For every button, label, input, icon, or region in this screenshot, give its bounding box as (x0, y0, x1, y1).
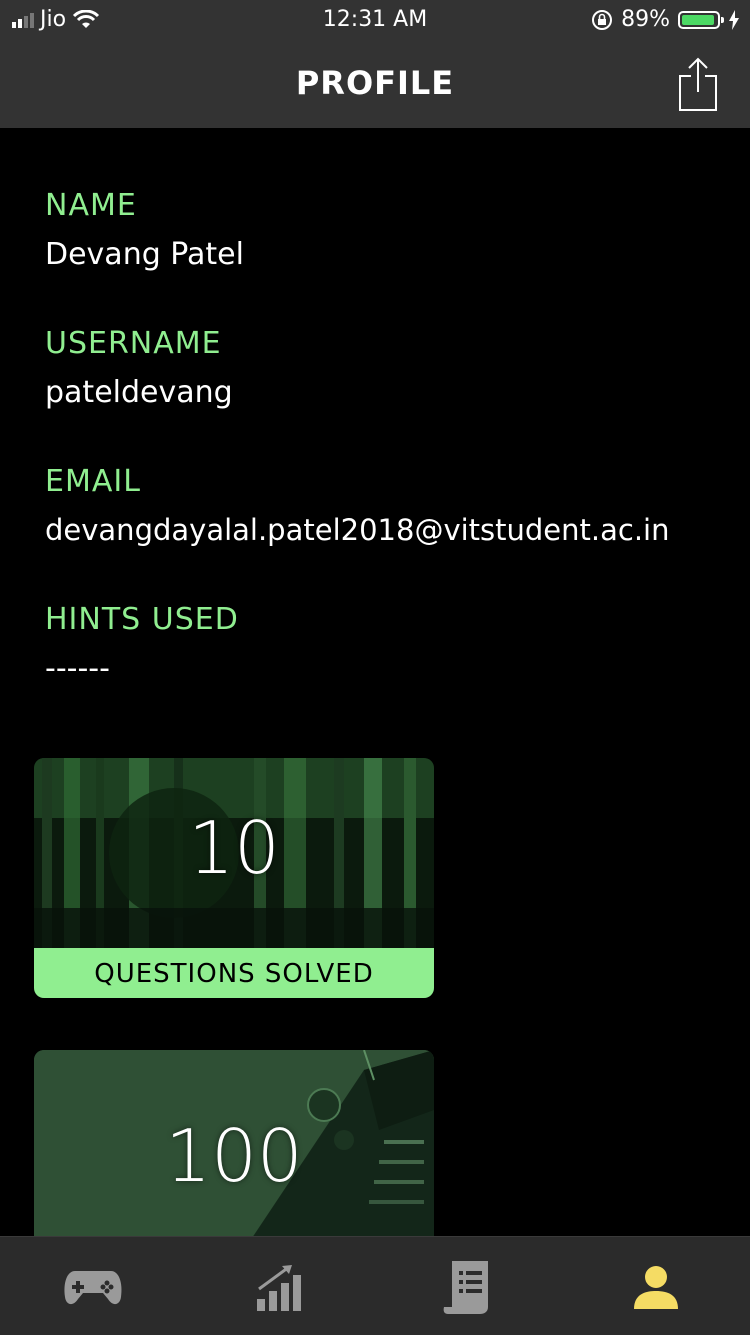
email-label: EMAIL (45, 464, 141, 499)
name-field: NAME Devang Patel (45, 188, 244, 272)
orientation-lock-icon (592, 9, 613, 30)
username-value: pateldevang (45, 375, 233, 410)
page-title: PROFILE (295, 64, 455, 102)
leaderboard-icon (257, 1265, 301, 1311)
tab-profile[interactable] (621, 1257, 691, 1317)
name-label: NAME (45, 188, 137, 223)
questions-solved-count: 10 (188, 806, 280, 890)
share-icon (679, 57, 717, 111)
status-bar: Jio 12:31 AM 89% (0, 0, 750, 40)
hints-value: ------ (45, 651, 110, 686)
charging-icon (729, 9, 739, 30)
score-count: 100 (165, 1114, 303, 1198)
share-button[interactable] (676, 56, 720, 112)
nav-bar: PROFILE (0, 40, 750, 128)
rules-icon (443, 1261, 488, 1314)
hints-field: HINTS USED ------ (45, 602, 239, 686)
gamepad-icon (64, 1271, 122, 1305)
questions-solved-card: 10 QUESTIONS SOLVED (34, 758, 434, 998)
battery-icon (678, 10, 724, 29)
name-value: Devang Patel (45, 237, 244, 272)
tab-bar (0, 1236, 750, 1335)
profile-icon (634, 1266, 678, 1309)
hints-label: HINTS USED (45, 602, 239, 637)
tab-rules[interactable] (433, 1257, 503, 1317)
status-right: 89% (591, 7, 740, 32)
email-field: EMAIL devangdayalal.patel2018@vitstudent… (45, 464, 669, 547)
username-field: USERNAME pateldevang (45, 326, 233, 410)
email-value: devangdayalal.patel2018@vitstudent.ac.in (45, 513, 670, 547)
battery-percent: 89% (621, 7, 670, 32)
username-label: USERNAME (45, 326, 222, 361)
questions-solved-label: QUESTIONS SOLVED (34, 948, 434, 998)
tab-game[interactable] (58, 1257, 128, 1317)
score-card: 100 (34, 1050, 434, 1250)
tab-leaderboard[interactable] (246, 1257, 316, 1317)
